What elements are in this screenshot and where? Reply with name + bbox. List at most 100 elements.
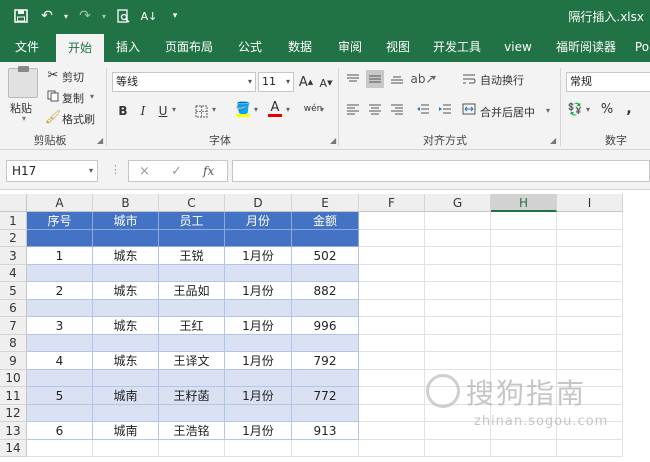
paste-dropdown-icon[interactable]: ▾ bbox=[22, 114, 26, 123]
grid-cell[interactable] bbox=[359, 282, 425, 300]
table-cell[interactable]: 772 bbox=[292, 387, 359, 405]
bold-button[interactable]: B bbox=[114, 102, 132, 120]
table-cell[interactable]: 城南 bbox=[93, 387, 159, 405]
alignment-launcher-icon[interactable]: ◢ bbox=[550, 136, 556, 145]
merge-center-icon[interactable] bbox=[460, 100, 478, 118]
table-header-cell[interactable]: 金额 bbox=[292, 212, 359, 230]
grid-cell[interactable] bbox=[359, 440, 425, 457]
grid-cell[interactable] bbox=[225, 440, 292, 457]
table-cell[interactable] bbox=[27, 405, 93, 422]
tab-formulas[interactable]: 公式 bbox=[228, 32, 272, 62]
grid-cell[interactable] bbox=[491, 265, 557, 282]
grid-cell[interactable] bbox=[491, 247, 557, 265]
tab-view[interactable]: 视图 bbox=[376, 32, 420, 62]
grid-cell[interactable] bbox=[425, 265, 491, 282]
tab-power[interactable]: Po bbox=[630, 32, 650, 62]
underline-button[interactable]: U bbox=[154, 102, 172, 120]
table-cell[interactable]: 2 bbox=[27, 282, 93, 300]
italic-button[interactable]: I bbox=[134, 102, 152, 120]
fill-color-dropdown-icon[interactable]: ▾ bbox=[254, 105, 258, 114]
undo-dropdown-icon[interactable]: ▾ bbox=[62, 5, 70, 27]
grid-cell[interactable] bbox=[425, 230, 491, 247]
grid-cell[interactable] bbox=[425, 247, 491, 265]
row-header-5[interactable]: 5 bbox=[0, 282, 27, 300]
column-header-f[interactable]: F bbox=[359, 194, 425, 212]
table-cell[interactable]: 1 bbox=[27, 247, 93, 265]
redo-dropdown-icon[interactable]: ▾ bbox=[100, 5, 108, 27]
merge-dropdown-icon[interactable]: ▾ bbox=[546, 106, 550, 115]
grid-cell[interactable] bbox=[557, 212, 623, 230]
copy-icon[interactable] bbox=[46, 89, 60, 103]
grid-cell[interactable] bbox=[359, 370, 425, 387]
paste-icon[interactable] bbox=[8, 66, 38, 98]
table-cell[interactable]: 913 bbox=[292, 422, 359, 440]
increase-indent-icon[interactable] bbox=[436, 100, 454, 118]
grid-cell[interactable] bbox=[425, 352, 491, 370]
row-header-6[interactable]: 6 bbox=[0, 300, 27, 317]
table-cell[interactable] bbox=[225, 405, 292, 422]
table-cell[interactable] bbox=[225, 230, 292, 247]
table-cell[interactable]: 王浩铭 bbox=[159, 422, 225, 440]
table-cell[interactable]: 王锐 bbox=[159, 247, 225, 265]
table-cell[interactable]: 792 bbox=[292, 352, 359, 370]
row-header-12[interactable]: 12 bbox=[0, 405, 27, 422]
grid-cell[interactable] bbox=[491, 335, 557, 352]
table-cell[interactable] bbox=[225, 265, 292, 282]
grid-cell[interactable] bbox=[359, 405, 425, 422]
customize-qat-icon[interactable]: ▾ bbox=[164, 5, 186, 27]
grid-cell[interactable] bbox=[359, 300, 425, 317]
align-bottom-icon[interactable] bbox=[388, 70, 406, 88]
font-name-combo[interactable]: 等线 ▾ bbox=[112, 72, 256, 92]
orientation-icon[interactable]: ab↗ bbox=[410, 70, 435, 88]
table-cell[interactable] bbox=[159, 300, 225, 317]
table-cell[interactable] bbox=[93, 230, 159, 247]
grid-cell[interactable] bbox=[557, 352, 623, 370]
save-icon[interactable] bbox=[10, 5, 32, 27]
grid-cell[interactable] bbox=[359, 247, 425, 265]
table-cell[interactable] bbox=[159, 405, 225, 422]
table-cell[interactable] bbox=[292, 335, 359, 352]
tab-view-en[interactable]: view bbox=[496, 32, 540, 62]
table-cell[interactable]: 1月份 bbox=[225, 247, 292, 265]
grid-cell[interactable] bbox=[359, 335, 425, 352]
font-color-icon[interactable]: A bbox=[266, 100, 284, 118]
name-box[interactable]: H17 ▾ bbox=[6, 160, 98, 182]
wrap-text-button[interactable]: 自动换行 bbox=[480, 72, 524, 88]
grid-cell[interactable] bbox=[557, 247, 623, 265]
table-header-cell[interactable]: 员工 bbox=[159, 212, 225, 230]
tab-home[interactable]: 开始 bbox=[56, 34, 104, 62]
grid-cell[interactable] bbox=[491, 440, 557, 457]
row-header-7[interactable]: 7 bbox=[0, 317, 27, 335]
table-cell[interactable] bbox=[93, 265, 159, 282]
table-cell[interactable] bbox=[27, 265, 93, 282]
table-cell[interactable] bbox=[27, 370, 93, 387]
column-header-g[interactable]: G bbox=[425, 194, 491, 212]
row-header-1[interactable]: 1 bbox=[0, 212, 27, 230]
table-cell[interactable] bbox=[93, 405, 159, 422]
grid-cell[interactable] bbox=[359, 387, 425, 405]
row-header-11[interactable]: 11 bbox=[0, 387, 27, 405]
fill-color-icon[interactable]: 🪣 bbox=[234, 100, 252, 118]
column-header-c[interactable]: C bbox=[159, 194, 225, 212]
grid-cell[interactable] bbox=[359, 422, 425, 440]
font-launcher-icon[interactable]: ◢ bbox=[330, 136, 336, 145]
copy-button[interactable]: 复制 bbox=[62, 90, 84, 106]
accounting-format-icon[interactable]: 💱 bbox=[566, 100, 584, 118]
table-cell[interactable]: 4 bbox=[27, 352, 93, 370]
grid-cell[interactable] bbox=[93, 440, 159, 457]
table-header-cell[interactable]: 城市 bbox=[93, 212, 159, 230]
undo-icon[interactable]: ↶ bbox=[36, 5, 58, 27]
table-header-cell[interactable]: 月份 bbox=[225, 212, 292, 230]
tab-data[interactable]: 数据 bbox=[278, 32, 322, 62]
name-box-dropdown-icon[interactable]: ▾ bbox=[89, 161, 93, 181]
formula-input[interactable] bbox=[232, 160, 650, 182]
grid-cell[interactable] bbox=[557, 300, 623, 317]
format-painter-icon[interactable]: 🖌 bbox=[45, 110, 62, 125]
font-size-dropdown-icon[interactable]: ▾ bbox=[286, 73, 290, 91]
column-header-i[interactable]: I bbox=[557, 194, 623, 212]
row-header-13[interactable]: 13 bbox=[0, 422, 27, 440]
column-header-b[interactable]: B bbox=[93, 194, 159, 212]
orientation-dropdown-icon[interactable]: ▾ bbox=[432, 73, 436, 82]
redo-icon[interactable]: ↷ bbox=[74, 5, 96, 27]
table-cell[interactable] bbox=[225, 300, 292, 317]
